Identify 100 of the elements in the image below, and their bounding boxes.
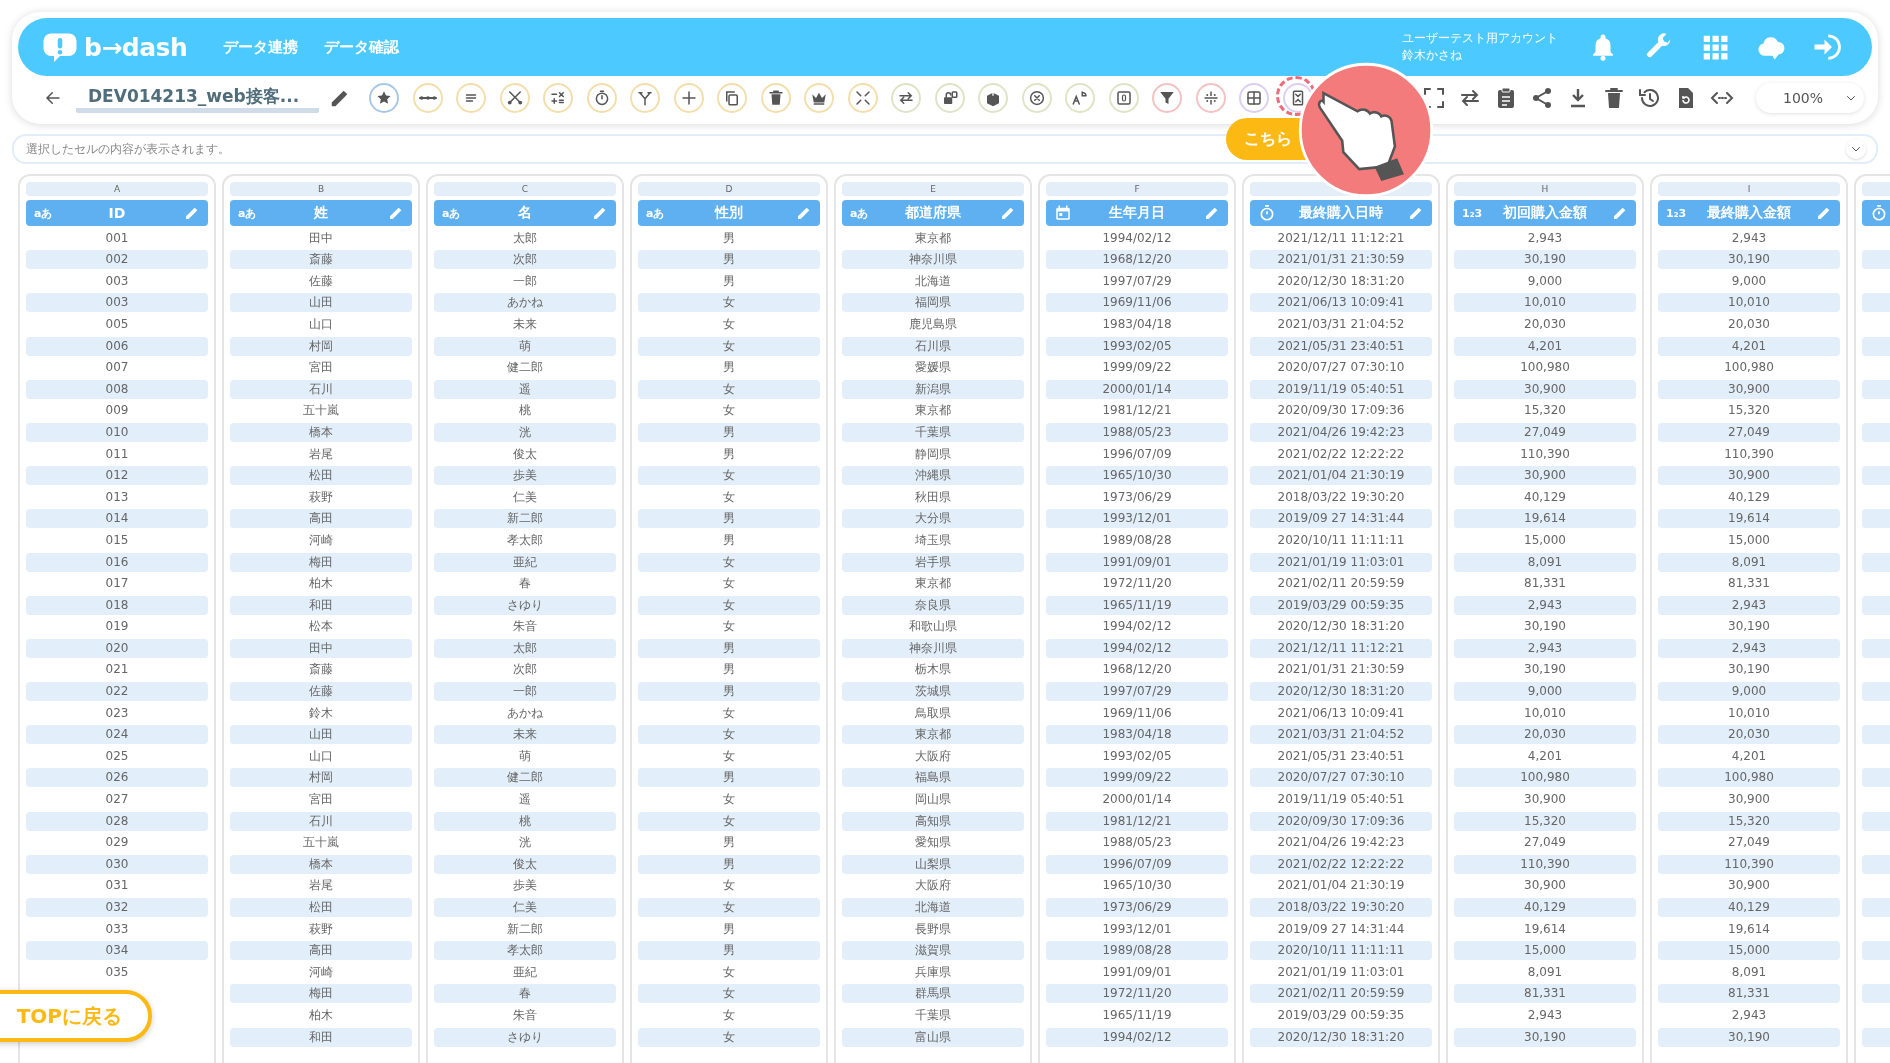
table-cell[interactable]: 100,980 [1658, 768, 1840, 788]
table-cell[interactable]: 女 [638, 379, 820, 399]
table-cell[interactable]: 30,190 [1454, 660, 1636, 680]
table-cell[interactable]: 東京都 [842, 725, 1024, 745]
table-cell[interactable]: 女 [638, 552, 820, 572]
table-cell[interactable]: 宮田 [230, 358, 412, 378]
table-cell[interactable]: 1981/12/21 [1046, 401, 1228, 421]
table-cell[interactable]: 岩尾 [230, 876, 412, 896]
table-cell[interactable]: 1968/12/20 [1046, 250, 1228, 270]
table-cell[interactable]: 27,049 [1454, 422, 1636, 442]
table-cell[interactable]: 30,900 [1454, 790, 1636, 810]
table-cell[interactable]: 桃 [434, 401, 616, 421]
table-cell[interactable]: 2019/11/19 05:40:51 [1250, 379, 1432, 399]
table-cell[interactable]: 次郎 [434, 660, 616, 680]
table-cell[interactable]: 女 [638, 595, 820, 615]
table-cell[interactable]: 1997/07/29 [1046, 271, 1228, 291]
table-cell[interactable]: 2021/05/31 23:40:51 [1250, 336, 1432, 356]
table-cell[interactable]: 2021/04/26 19:42:23 [1250, 422, 1432, 442]
table-cell[interactable]: 斎藤 [230, 660, 412, 680]
table-cell[interactable]: 2000/01/14 [1046, 790, 1228, 810]
table-cell[interactable]: 萌 [434, 336, 616, 356]
table-cell[interactable]: 洸 [434, 422, 616, 442]
table-cell[interactable]: 1994/02/12 [1046, 617, 1228, 637]
table-cell[interactable]: 1973/06/29 [1046, 898, 1228, 917]
table-cell[interactable]: 河崎 [230, 530, 412, 550]
table-cell[interactable]: 013 [26, 487, 208, 507]
table-cell[interactable]: 1988/05/23 [1046, 833, 1228, 853]
table-cell[interactable]: 埼玉県 [842, 530, 1024, 550]
table-cell[interactable]: 15,320 [1658, 811, 1840, 831]
table-cell[interactable]: 1965/10/30 [1046, 466, 1228, 486]
table-cell[interactable]: 男 [638, 530, 820, 550]
table-cell[interactable]: 和田 [230, 595, 412, 615]
table-cell[interactable]: 2021/12/11 11:12:21 [1250, 228, 1432, 248]
table-cell[interactable]: 016 [26, 552, 208, 572]
table-cell[interactable]: 田中 [230, 228, 412, 248]
table-cell[interactable]: 女 [638, 876, 820, 896]
table-cell[interactable]: 9,000 [1454, 682, 1636, 702]
table-cell[interactable]: 27,049 [1454, 833, 1636, 853]
table-cell[interactable]: 1983/04/18 [1046, 314, 1228, 334]
table-cell[interactable]: 山梨県 [842, 854, 1024, 874]
table-cell[interactable]: 歩美 [434, 876, 616, 896]
table-cell[interactable]: 男 [638, 638, 820, 658]
table-cell[interactable]: 1994/02/12 [1046, 638, 1228, 658]
table-cell[interactable]: 19,614 [1658, 509, 1840, 529]
table-cell[interactable]: 千葉県 [842, 422, 1024, 442]
table-cell[interactable]: 1991/09/01 [1046, 962, 1228, 982]
table-cell[interactable]: 2021/06/13 10:09:41 [1250, 703, 1432, 723]
column-letter[interactable]: A [26, 182, 208, 196]
table-cell[interactable]: 五十嵐 [230, 833, 412, 853]
table-cell[interactable]: 15,320 [1658, 401, 1840, 421]
table-cell[interactable]: 栃木県 [842, 660, 1024, 680]
table-cell[interactable]: 1968/12/20 [1046, 660, 1228, 680]
table-cell[interactable]: 2019/03/29 00:59:35 [1250, 595, 1432, 615]
table-cell[interactable]: 81,331 [1454, 984, 1636, 1004]
table-cell[interactable]: 女 [638, 466, 820, 486]
table-cell[interactable]: 亜紀 [434, 552, 616, 572]
table-cell[interactable]: 滋賀県 [842, 941, 1024, 961]
table-cell[interactable]: 1989/08/28 [1046, 941, 1228, 961]
table-cell[interactable]: 30,900 [1658, 379, 1840, 399]
table-cell[interactable]: あかね [434, 293, 616, 313]
table-cell[interactable]: 20,030 [1658, 725, 1840, 745]
table-cell[interactable]: 2020/07/27 07:30:10 [1250, 358, 1432, 378]
table-cell[interactable]: 神奈川県 [842, 250, 1024, 270]
table-cell[interactable]: 1969/11/06 [1046, 703, 1228, 723]
table-cell[interactable]: 30,900 [1454, 466, 1636, 486]
table-cell[interactable]: 仁美 [434, 487, 616, 507]
table-cell[interactable]: 110,390 [1454, 444, 1636, 464]
table-cell[interactable]: 新二郎 [434, 509, 616, 529]
table-cell[interactable]: 大阪府 [842, 746, 1024, 766]
table-cell[interactable]: 2000/01/14 [1046, 379, 1228, 399]
table-cell[interactable]: 萌 [434, 746, 616, 766]
table-cell[interactable]: 健二郎 [434, 768, 616, 788]
table-cell[interactable]: 鹿児島県 [842, 314, 1024, 334]
table-cell[interactable]: 012 [26, 466, 208, 486]
table-cell[interactable]: 30,190 [1658, 617, 1840, 637]
table-cell[interactable]: 女 [638, 984, 820, 1004]
table-cell[interactable]: 1988/05/23 [1046, 422, 1228, 442]
table-cell[interactable]: 2,943 [1658, 1005, 1840, 1025]
table-cell[interactable]: 2020/09/30 17:09:36 [1250, 401, 1432, 421]
table-cell[interactable]: 一郎 [434, 682, 616, 702]
table-cell[interactable]: 2021/01/04 21:30:19 [1250, 876, 1432, 896]
table-cell[interactable]: 松田 [230, 898, 412, 917]
table-cell[interactable]: 4,201 [1658, 336, 1840, 356]
table-cell[interactable]: 033 [26, 919, 208, 939]
table-cell[interactable]: 福島県 [842, 768, 1024, 788]
table-cell[interactable]: 026 [26, 768, 208, 788]
table-cell[interactable]: 029 [26, 833, 208, 853]
table-cell[interactable]: 和歌山県 [842, 617, 1024, 637]
table-cell[interactable]: 斎藤 [230, 250, 412, 270]
table-cell[interactable]: 30,900 [1658, 876, 1840, 896]
table-cell[interactable]: 女 [638, 401, 820, 421]
table-cell[interactable]: 朱音 [434, 1005, 616, 1025]
table-cell[interactable]: 40,129 [1658, 487, 1840, 507]
table-cell[interactable]: 30,900 [1658, 466, 1840, 486]
table-cell[interactable]: 男 [638, 422, 820, 442]
table-cell[interactable]: 8,091 [1658, 552, 1840, 572]
table-cell[interactable]: 031 [26, 876, 208, 896]
table-cell[interactable]: 30,900 [1454, 876, 1636, 896]
table-cell[interactable]: 大分県 [842, 509, 1024, 529]
table-cell[interactable]: 81,331 [1658, 574, 1840, 594]
